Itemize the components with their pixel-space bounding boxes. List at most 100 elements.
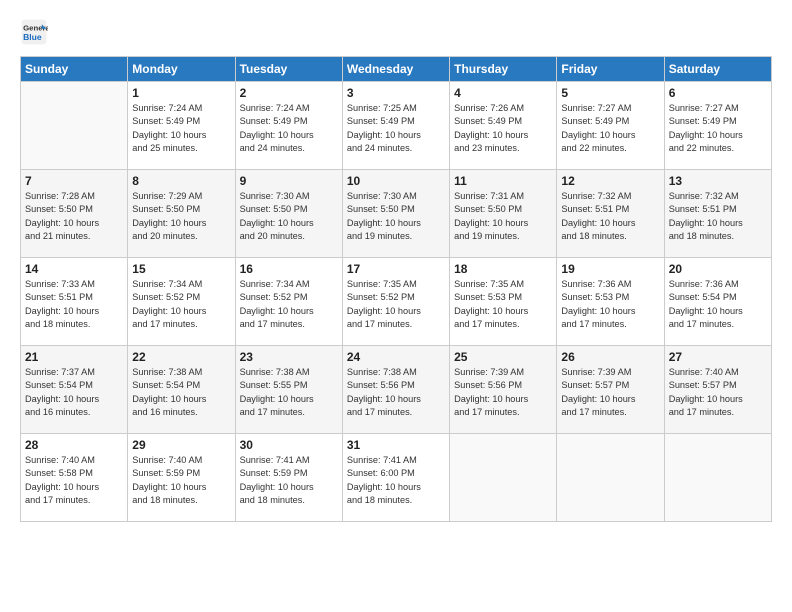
weekday-header-saturday: Saturday xyxy=(664,57,771,82)
day-info: Sunrise: 7:38 AMSunset: 5:54 PMDaylight:… xyxy=(132,366,230,419)
calendar-cell xyxy=(21,82,128,170)
day-number: 24 xyxy=(347,350,445,364)
day-info: Sunrise: 7:39 AMSunset: 5:57 PMDaylight:… xyxy=(561,366,659,419)
day-info: Sunrise: 7:24 AMSunset: 5:49 PMDaylight:… xyxy=(240,102,338,155)
day-info: Sunrise: 7:29 AMSunset: 5:50 PMDaylight:… xyxy=(132,190,230,243)
day-number: 11 xyxy=(454,174,552,188)
calendar-cell: 24 Sunrise: 7:38 AMSunset: 5:56 PMDayligh… xyxy=(342,346,449,434)
logo: General Blue xyxy=(20,18,50,46)
calendar-cell: 13 Sunrise: 7:32 AMSunset: 5:51 PMDayligh… xyxy=(664,170,771,258)
day-info: Sunrise: 7:35 AMSunset: 5:53 PMDaylight:… xyxy=(454,278,552,331)
weekday-header-wednesday: Wednesday xyxy=(342,57,449,82)
svg-text:Blue: Blue xyxy=(23,32,42,42)
day-number: 8 xyxy=(132,174,230,188)
calendar-cell xyxy=(664,434,771,522)
day-info: Sunrise: 7:40 AMSunset: 5:58 PMDaylight:… xyxy=(25,454,123,507)
day-info: Sunrise: 7:27 AMSunset: 5:49 PMDaylight:… xyxy=(669,102,767,155)
calendar-cell: 26 Sunrise: 7:39 AMSunset: 5:57 PMDayligh… xyxy=(557,346,664,434)
day-number: 1 xyxy=(132,86,230,100)
day-number: 23 xyxy=(240,350,338,364)
calendar-cell: 6 Sunrise: 7:27 AMSunset: 5:49 PMDaylight… xyxy=(664,82,771,170)
calendar-cell: 31 Sunrise: 7:41 AMSunset: 6:00 PMDayligh… xyxy=(342,434,449,522)
calendar-cell: 7 Sunrise: 7:28 AMSunset: 5:50 PMDaylight… xyxy=(21,170,128,258)
calendar-cell: 11 Sunrise: 7:31 AMSunset: 5:50 PMDayligh… xyxy=(450,170,557,258)
day-number: 25 xyxy=(454,350,552,364)
day-info: Sunrise: 7:41 AMSunset: 6:00 PMDaylight:… xyxy=(347,454,445,507)
day-number: 9 xyxy=(240,174,338,188)
calendar-cell: 23Sunrise: 7:38 AMSunset: 5:55 PMDayligh… xyxy=(235,346,342,434)
day-info: Sunrise: 7:34 AMSunset: 5:52 PMDaylight:… xyxy=(132,278,230,331)
day-info: Sunrise: 7:25 AMSunset: 5:49 PMDaylight:… xyxy=(347,102,445,155)
day-info: Sunrise: 7:31 AMSunset: 5:50 PMDaylight:… xyxy=(454,190,552,243)
calendar-cell: 28Sunrise: 7:40 AMSunset: 5:58 PMDayligh… xyxy=(21,434,128,522)
day-number: 29 xyxy=(132,438,230,452)
logo-icon: General Blue xyxy=(20,18,48,46)
day-number: 12 xyxy=(561,174,659,188)
day-info: Sunrise: 7:30 AMSunset: 5:50 PMDaylight:… xyxy=(240,190,338,243)
day-number: 5 xyxy=(561,86,659,100)
week-row-5: 28Sunrise: 7:40 AMSunset: 5:58 PMDayligh… xyxy=(21,434,772,522)
day-number: 30 xyxy=(240,438,338,452)
day-number: 3 xyxy=(347,86,445,100)
day-number: 22 xyxy=(132,350,230,364)
calendar-cell: 5 Sunrise: 7:27 AMSunset: 5:49 PMDaylight… xyxy=(557,82,664,170)
calendar-cell: 27Sunrise: 7:40 AMSunset: 5:57 PMDayligh… xyxy=(664,346,771,434)
calendar-cell: 12 Sunrise: 7:32 AMSunset: 5:51 PMDayligh… xyxy=(557,170,664,258)
week-row-2: 7 Sunrise: 7:28 AMSunset: 5:50 PMDaylight… xyxy=(21,170,772,258)
day-info: Sunrise: 7:37 AMSunset: 5:54 PMDaylight:… xyxy=(25,366,123,419)
calendar-cell: 20 Sunrise: 7:36 AMSunset: 5:54 PMDayligh… xyxy=(664,258,771,346)
calendar-cell: 16Sunrise: 7:34 AMSunset: 5:52 PMDayligh… xyxy=(235,258,342,346)
weekday-header-sunday: Sunday xyxy=(21,57,128,82)
day-info: Sunrise: 7:40 AMSunset: 5:59 PMDaylight:… xyxy=(132,454,230,507)
page: General Blue SundayMondayTuesdayWednesda… xyxy=(0,0,792,612)
day-info: Sunrise: 7:35 AMSunset: 5:52 PMDaylight:… xyxy=(347,278,445,331)
day-info: Sunrise: 7:38 AMSunset: 5:56 PMDaylight:… xyxy=(347,366,445,419)
calendar-cell: 21Sunrise: 7:37 AMSunset: 5:54 PMDayligh… xyxy=(21,346,128,434)
header: General Blue xyxy=(20,18,772,46)
day-number: 6 xyxy=(669,86,767,100)
day-number: 18 xyxy=(454,262,552,276)
calendar-cell: 25Sunrise: 7:39 AMSunset: 5:56 PMDayligh… xyxy=(450,346,557,434)
day-info: Sunrise: 7:32 AMSunset: 5:51 PMDaylight:… xyxy=(669,190,767,243)
day-info: Sunrise: 7:34 AMSunset: 5:52 PMDaylight:… xyxy=(240,278,338,331)
day-info: Sunrise: 7:26 AMSunset: 5:49 PMDaylight:… xyxy=(454,102,552,155)
calendar-cell: 1 Sunrise: 7:24 AMSunset: 5:49 PMDaylight… xyxy=(128,82,235,170)
day-number: 27 xyxy=(669,350,767,364)
calendar-cell: 9 Sunrise: 7:30 AMSunset: 5:50 PMDaylight… xyxy=(235,170,342,258)
day-number: 2 xyxy=(240,86,338,100)
calendar-cell: 14 Sunrise: 7:33 AMSunset: 5:51 PMDayligh… xyxy=(21,258,128,346)
calendar-cell: 15 Sunrise: 7:34 AMSunset: 5:52 PMDayligh… xyxy=(128,258,235,346)
weekday-header-monday: Monday xyxy=(128,57,235,82)
calendar-cell: 8 Sunrise: 7:29 AMSunset: 5:50 PMDaylight… xyxy=(128,170,235,258)
day-number: 7 xyxy=(25,174,123,188)
day-number: 31 xyxy=(347,438,445,452)
day-info: Sunrise: 7:28 AMSunset: 5:50 PMDaylight:… xyxy=(25,190,123,243)
week-row-4: 21Sunrise: 7:37 AMSunset: 5:54 PMDayligh… xyxy=(21,346,772,434)
weekday-header-row: SundayMondayTuesdayWednesdayThursdayFrid… xyxy=(21,57,772,82)
day-info: Sunrise: 7:30 AMSunset: 5:50 PMDaylight:… xyxy=(347,190,445,243)
day-info: Sunrise: 7:36 AMSunset: 5:54 PMDaylight:… xyxy=(669,278,767,331)
calendar-cell: 19Sunrise: 7:36 AMSunset: 5:53 PMDayligh… xyxy=(557,258,664,346)
day-number: 17 xyxy=(347,262,445,276)
day-info: Sunrise: 7:32 AMSunset: 5:51 PMDaylight:… xyxy=(561,190,659,243)
week-row-1: 1 Sunrise: 7:24 AMSunset: 5:49 PMDaylight… xyxy=(21,82,772,170)
weekday-header-tuesday: Tuesday xyxy=(235,57,342,82)
calendar-cell: 4Sunrise: 7:26 AMSunset: 5:49 PMDaylight… xyxy=(450,82,557,170)
calendar-cell xyxy=(557,434,664,522)
calendar-table: SundayMondayTuesdayWednesdayThursdayFrid… xyxy=(20,56,772,522)
day-number: 15 xyxy=(132,262,230,276)
day-info: Sunrise: 7:33 AMSunset: 5:51 PMDaylight:… xyxy=(25,278,123,331)
day-info: Sunrise: 7:24 AMSunset: 5:49 PMDaylight:… xyxy=(132,102,230,155)
day-info: Sunrise: 7:41 AMSunset: 5:59 PMDaylight:… xyxy=(240,454,338,507)
day-number: 26 xyxy=(561,350,659,364)
day-number: 14 xyxy=(25,262,123,276)
day-number: 13 xyxy=(669,174,767,188)
day-number: 20 xyxy=(669,262,767,276)
weekday-header-friday: Friday xyxy=(557,57,664,82)
calendar-cell: 18 Sunrise: 7:35 AMSunset: 5:53 PMDayligh… xyxy=(450,258,557,346)
day-info: Sunrise: 7:36 AMSunset: 5:53 PMDaylight:… xyxy=(561,278,659,331)
day-info: Sunrise: 7:27 AMSunset: 5:49 PMDaylight:… xyxy=(561,102,659,155)
calendar-cell: 29 Sunrise: 7:40 AMSunset: 5:59 PMDayligh… xyxy=(128,434,235,522)
calendar-cell: 2 Sunrise: 7:24 AMSunset: 5:49 PMDaylight… xyxy=(235,82,342,170)
calendar-cell: 3 Sunrise: 7:25 AMSunset: 5:49 PMDaylight… xyxy=(342,82,449,170)
